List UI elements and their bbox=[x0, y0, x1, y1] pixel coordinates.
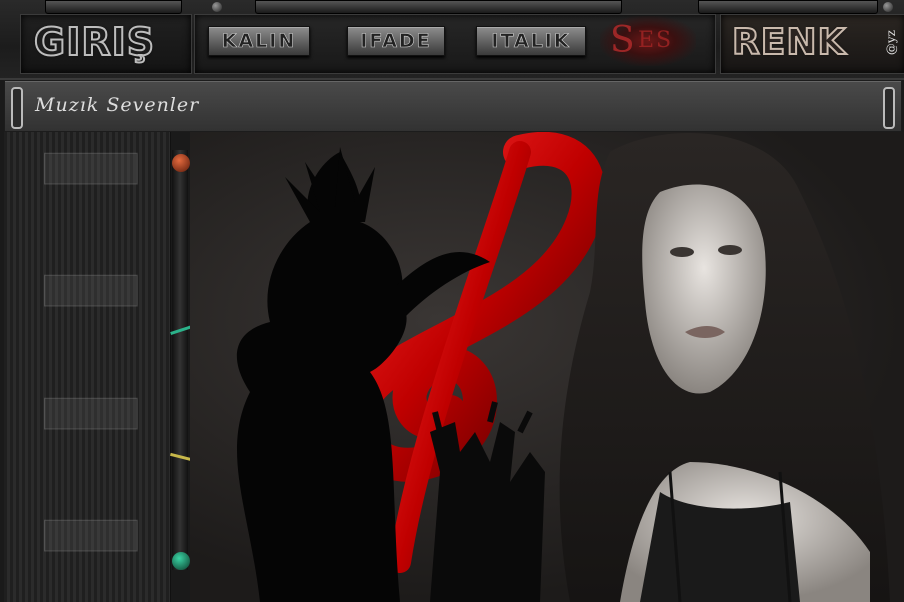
sidebar-decorative-glyph: ▌ bbox=[45, 520, 136, 581]
screw-icon bbox=[212, 2, 222, 12]
sidebar-decorative-glyph: ▌ bbox=[45, 276, 136, 337]
toolbar-rail bbox=[255, 0, 622, 14]
hero-image bbox=[190, 132, 904, 602]
sidebar-decorative-glyph: ▌ bbox=[45, 154, 136, 215]
sidebar-decorative-glyph: ▌ bbox=[45, 398, 136, 459]
sidebar-decoration: ▌ ▌ ▌ ▌ bbox=[30, 140, 150, 595]
sidebar-panel: ▌ ▌ ▌ ▌ bbox=[4, 132, 171, 602]
ifade-button[interactable]: IFADE bbox=[347, 26, 445, 56]
renk-button[interactable]: RENK bbox=[731, 21, 846, 64]
top-toolbar: GIRIŞ KALIN IFADE ITALIK S ES RENK @yz bbox=[0, 0, 904, 80]
italik-button[interactable]: ITALIK bbox=[476, 26, 586, 56]
screw-icon bbox=[883, 2, 893, 12]
toolbar-rail bbox=[45, 0, 182, 14]
woman-portrait bbox=[559, 132, 890, 602]
ses-small-letters: ES bbox=[638, 28, 674, 53]
ses-big-letter: S bbox=[610, 20, 635, 61]
toolbar-rail bbox=[698, 0, 878, 14]
green-knob-icon[interactable] bbox=[172, 552, 190, 570]
sidebar-rail bbox=[172, 150, 188, 570]
kalin-button[interactable]: KALIN bbox=[208, 26, 310, 56]
page-title: Muzık Sevenler bbox=[35, 94, 200, 116]
ses-button[interactable]: S ES bbox=[600, 16, 696, 66]
signature: @yz bbox=[884, 30, 898, 56]
handle-right-icon bbox=[883, 87, 895, 129]
orange-knob-icon[interactable] bbox=[172, 154, 190, 172]
handle-left-icon bbox=[11, 87, 23, 129]
hero-illustration bbox=[236, 132, 890, 602]
giris-button[interactable]: GIRIŞ bbox=[33, 19, 155, 65]
title-bar: Muzık Sevenler bbox=[4, 80, 902, 132]
